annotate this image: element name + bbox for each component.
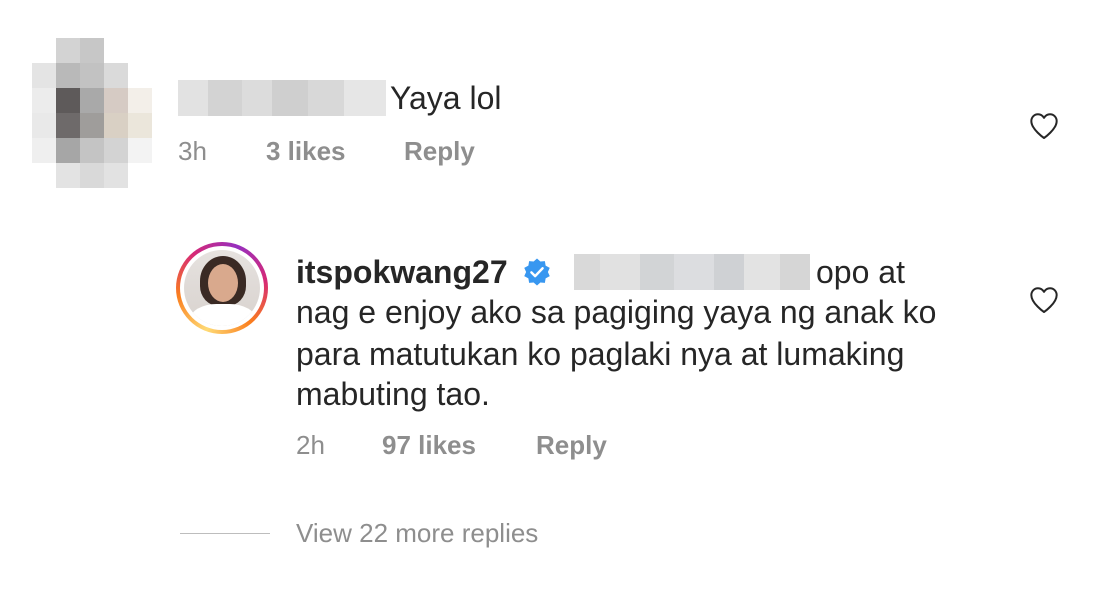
blurred-username[interactable]: [178, 80, 386, 116]
replies-divider: [180, 533, 270, 534]
reply-button[interactable]: Reply: [404, 136, 475, 166]
reply-button[interactable]: Reply: [536, 430, 607, 460]
view-more-replies-button[interactable]: View 22 more replies: [296, 518, 538, 548]
comment-text-line-1: opo at: [816, 254, 905, 290]
comment-likes[interactable]: 3 likes: [266, 136, 346, 166]
comment-text: Yaya lol: [390, 80, 502, 116]
username[interactable]: itspokwang27: [296, 252, 508, 292]
blurred-mention[interactable]: [574, 254, 810, 290]
comment-time: 3h: [178, 136, 207, 166]
heart-outline-icon[interactable]: [1027, 284, 1061, 316]
profile-avatar[interactable]: [176, 242, 268, 334]
verified-badge-icon: [524, 258, 550, 286]
comment-likes[interactable]: 97 likes: [382, 430, 476, 460]
comment-text-line-3: para matutukan ko paglaki nya at lumakin…: [296, 336, 905, 372]
heart-outline-icon[interactable]: [1027, 110, 1061, 142]
blurred-avatar[interactable]: [32, 38, 152, 190]
comment-text-line-4: mabuting tao.: [296, 376, 490, 412]
comment-time: 2h: [296, 430, 325, 460]
comment-text-line-2: nag e enjoy ako sa pagiging yaya ng anak…: [296, 294, 937, 330]
